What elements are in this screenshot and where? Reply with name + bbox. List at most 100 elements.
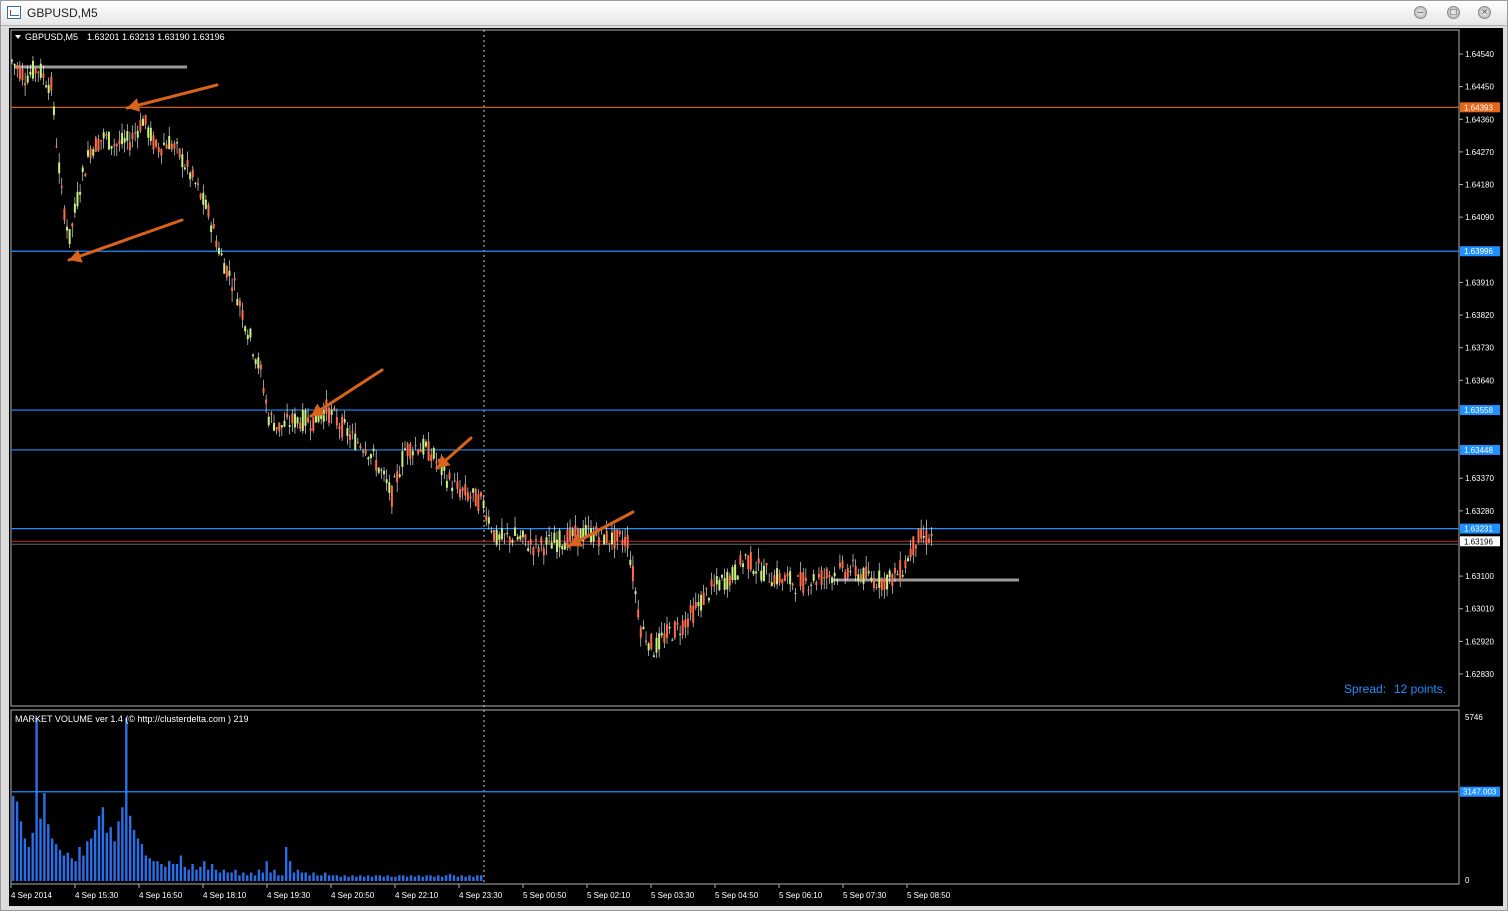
candle-body <box>238 300 241 307</box>
spread-label: Spread: <box>1344 682 1386 696</box>
price-tick-label: 1.64450 <box>1465 83 1494 92</box>
price-axis: 1.64540 1.64450 1.64360 1.64270 1.64180 1.640… <box>1459 50 1494 679</box>
volume-bar <box>366 875 370 881</box>
candle-body <box>121 133 124 145</box>
candle-body <box>852 559 855 561</box>
volume-bar <box>386 875 389 881</box>
volume-bar <box>140 844 144 881</box>
volume-panel-border <box>10 709 1460 885</box>
candle-body <box>388 482 391 493</box>
volume-bar <box>277 875 280 881</box>
volume-bar <box>285 846 288 881</box>
volume-bar <box>429 875 432 881</box>
candle-body <box>697 602 700 607</box>
candle-body <box>618 530 621 535</box>
time-tick-label: 4 Sep 20:50 <box>331 891 375 900</box>
volume-bar <box>300 872 303 881</box>
price-tick-label: 1.63730 <box>1465 344 1494 353</box>
volume-bar <box>82 855 85 881</box>
candle-body <box>451 487 454 492</box>
candle-body <box>18 66 21 80</box>
candle-body <box>681 620 684 635</box>
candle-body <box>689 605 692 613</box>
candle-body <box>102 132 105 139</box>
volume-bar <box>421 876 424 881</box>
candle-body <box>241 310 244 320</box>
volume-bar <box>335 875 339 881</box>
candle-body <box>233 278 236 281</box>
candle-body <box>768 581 771 583</box>
candle-body <box>752 571 755 575</box>
candle-body <box>914 545 917 549</box>
volume-bar <box>261 872 264 881</box>
close-icon[interactable]: × <box>1478 6 1491 19</box>
candle-body <box>765 562 768 566</box>
candle-body <box>799 572 802 587</box>
candle-body <box>684 619 687 628</box>
candle-body <box>862 567 865 584</box>
candle-body <box>134 132 137 134</box>
candle-body <box>157 147 160 153</box>
volume-bar <box>242 872 245 881</box>
candle-body <box>707 598 710 601</box>
candle-body <box>249 328 252 338</box>
volume-bar <box>183 866 186 881</box>
volume-bar <box>15 801 19 881</box>
time-tick-label: 4 Sep 2014 <box>11 891 52 900</box>
volume-bar <box>132 829 136 881</box>
candle-body <box>26 75 29 83</box>
chart-area[interactable]: GBPUSD,M5 1.63201 1.63213 1.63190 1.6319… <box>9 28 1503 906</box>
candle-body <box>307 417 310 423</box>
candle-body <box>508 536 511 544</box>
restore-icon[interactable]: □ <box>1447 6 1460 19</box>
candle-body <box>886 574 889 590</box>
candle-body <box>626 534 629 549</box>
candle-body <box>466 492 469 501</box>
candle-body <box>498 534 501 540</box>
ohlc-label: 1.63201 1.63213 1.63190 1.63196 <box>87 32 225 42</box>
price-chart[interactable]: GBPUSD,M5 1.63201 1.63213 1.63190 1.6319… <box>9 28 1503 906</box>
volume-bar <box>93 829 97 881</box>
candle-body <box>280 425 283 428</box>
candle-body <box>705 587 708 590</box>
volume-bar <box>171 863 175 881</box>
candle-body <box>152 135 155 150</box>
candle-body <box>652 655 655 657</box>
volume-bar <box>370 876 374 881</box>
candle-body <box>126 131 129 141</box>
candle-body <box>815 581 818 585</box>
volume-bar <box>460 875 463 881</box>
candle-body <box>529 539 532 545</box>
volume-bar <box>187 869 190 881</box>
candle-body <box>380 469 383 471</box>
level-price-label: 1.64393 <box>1464 103 1493 112</box>
candle-body <box>679 633 682 635</box>
minimize-icon[interactable]: – <box>1414 6 1427 19</box>
candle-body <box>453 480 456 482</box>
candle-body <box>107 132 110 150</box>
candle-body <box>115 144 118 147</box>
volume-bar <box>316 875 319 881</box>
candle-body <box>901 575 904 577</box>
candle-body <box>673 621 676 638</box>
volume-bar <box>417 875 420 881</box>
candle-body <box>658 633 661 650</box>
price-tick-label: 1.62830 <box>1465 670 1494 679</box>
candle-body <box>173 143 176 149</box>
price-tick-label: 1.62920 <box>1465 637 1494 646</box>
candle-body <box>199 193 202 199</box>
candle-body <box>94 137 97 152</box>
volume-bar <box>70 858 73 881</box>
price-tick-label: 1.63100 <box>1465 572 1494 581</box>
candle-body <box>896 574 899 576</box>
volume-bar <box>164 866 167 881</box>
candle-body <box>105 134 108 136</box>
window-titlebar[interactable]: GBPUSD,M5 – □ × <box>1 1 1507 26</box>
volume-bar <box>246 875 249 881</box>
candle-body <box>84 173 87 177</box>
candle-body <box>66 226 69 231</box>
candle-body <box>427 441 430 461</box>
candle-body <box>419 449 422 453</box>
candle-body <box>804 577 807 582</box>
candle-body <box>867 571 870 574</box>
